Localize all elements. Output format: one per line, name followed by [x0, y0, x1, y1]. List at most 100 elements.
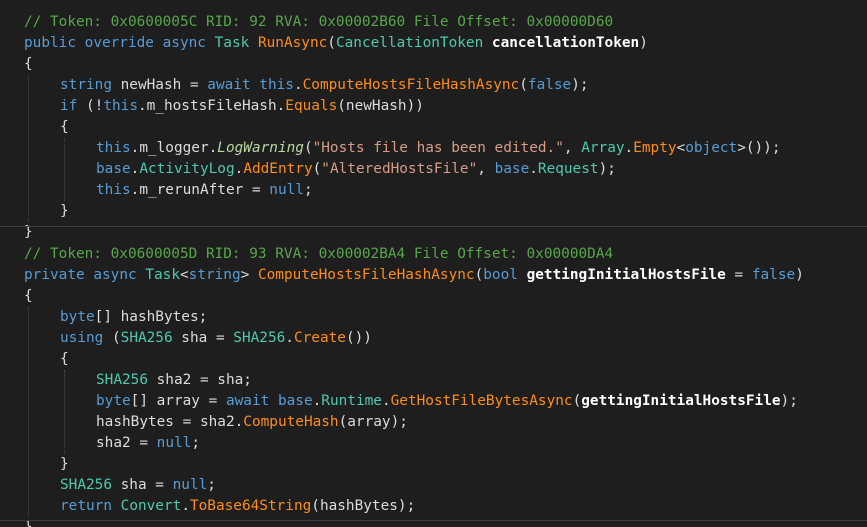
keyword-token: string: [188, 267, 241, 283]
type-token: SHA256: [233, 330, 286, 346]
code-line: using (SHA256 sha = SHA256.Create()): [60, 328, 372, 349]
method-token: RunAsync: [257, 35, 328, 51]
indent-guide: [28, 307, 29, 517]
code-line: {: [24, 54, 33, 75]
code-line: byte[] array = await base.Runtime.GetHos…: [96, 391, 798, 412]
code-token: =: [725, 267, 752, 283]
code-token: [] hashBytes;: [94, 309, 208, 325]
method-token: ComputeHash: [243, 414, 339, 430]
code-token: .: [312, 393, 322, 409]
method-separator: [0, 226, 867, 227]
code-line: // Token: 0x0600005C RID: 92 RVA: 0x0000…: [24, 12, 613, 33]
keyword-token: using: [60, 330, 104, 346]
keyword-token: null: [269, 182, 304, 198]
keyword-token: this: [96, 140, 131, 156]
type-token: ActivityLog: [139, 161, 235, 177]
code-line: return Convert.ToBase64String(hashBytes)…: [60, 496, 415, 517]
keyword-token: string: [60, 77, 112, 93]
code-token: .: [285, 330, 294, 346]
code-line: SHA256 sha2 = sha;: [96, 370, 252, 391]
code-token: }: [60, 203, 69, 219]
string-token: "AlteredHostsFile": [321, 161, 478, 177]
code-line: base.ActivityLog.AddEntry("AlteredHostsF…: [96, 159, 616, 180]
code-line: {: [24, 286, 33, 307]
keyword-token: object: [685, 140, 738, 156]
indent-guide: [64, 138, 65, 201]
code-token: <: [179, 267, 189, 283]
comment-token: // Token: 0x0600005C RID: 92 RVA: 0x0000…: [24, 14, 614, 30]
code-line: }: [60, 454, 69, 475]
method-token: Empty: [633, 140, 677, 156]
keyword-token: await: [225, 393, 270, 409]
keyword-token: base: [277, 393, 313, 409]
code-token: (: [312, 161, 322, 177]
code-token: hashBytes = sha2.: [96, 414, 244, 430]
keyword-token: null: [172, 477, 208, 493]
method-token: ComputeHostsFileHashAsync: [302, 77, 520, 93]
keyword-token: false: [527, 77, 572, 93]
code-token: (: [303, 140, 313, 156]
type-token: Convert: [120, 498, 182, 514]
code-token: ): [795, 267, 804, 283]
type-token: Request: [537, 161, 599, 177]
code-token: .: [529, 161, 538, 177]
keyword-token: async: [162, 35, 206, 51]
string-token: "Hosts file has been edited.": [312, 140, 564, 156]
parameter-token: cancellationToken: [491, 35, 640, 51]
keyword-token: byte: [96, 393, 131, 409]
method-token: AddEntry: [243, 161, 313, 177]
code-token: ;: [207, 477, 216, 493]
code-line: this.m_rerunAfter = null;: [96, 180, 313, 201]
type-token: Task: [145, 267, 180, 283]
code-token: .m_logger.: [130, 140, 218, 156]
code-line: byte[] hashBytes;: [60, 307, 207, 328]
code-line: public override async Task RunAsync(Canc…: [24, 33, 648, 54]
code-token: sha =: [172, 330, 234, 346]
type-token: SHA256: [120, 330, 173, 346]
keyword-token: async: [93, 267, 137, 283]
keyword-token: false: [751, 267, 796, 283]
keyword-token: private: [24, 267, 85, 283]
code-line: this.m_logger.LogWarning("Hosts file has…: [96, 138, 781, 159]
indent-guide: [64, 370, 65, 454]
code-token: );: [598, 161, 616, 177]
type-token: Array: [581, 140, 625, 156]
code-token: (: [572, 393, 582, 409]
code-token: (: [519, 77, 528, 93]
keyword-token: await: [207, 77, 251, 93]
code-token: (: [103, 330, 121, 346]
code-token: >());: [737, 140, 781, 156]
code-editor[interactable]: // Token: 0x0600005C RID: 92 RVA: 0x0000…: [0, 0, 867, 527]
keyword-token: if: [60, 98, 78, 114]
code-token: sha2 =: [96, 435, 157, 451]
code-token: sha =: [111, 477, 173, 493]
code-line: if (!this.m_hostsFileHash.Equals(newHash…: [60, 96, 424, 117]
method-token: ToBase64String: [189, 498, 312, 514]
code-token: ,: [477, 161, 495, 177]
keyword-token: this: [103, 98, 138, 114]
type-token: Task: [214, 35, 250, 51]
method-separator-bottom: [0, 520, 867, 521]
method-token: Equals: [285, 98, 338, 114]
indent-guide: [28, 75, 29, 222]
code-line: private async Task<string> ComputeHostsF…: [24, 265, 804, 286]
code-token: .: [381, 393, 391, 409]
code-token: [] array =: [130, 393, 226, 409]
code-token: {: [60, 119, 69, 135]
comment-token: // Token: 0x0600005D RID: 93 RVA: 0x0000…: [24, 246, 614, 262]
method-token: Create: [293, 330, 346, 346]
code-line: sha2 = null;: [96, 433, 200, 454]
code-line: {: [60, 349, 69, 370]
keyword-token: base: [494, 161, 530, 177]
code-token: {: [24, 56, 33, 72]
keyword-token: this: [96, 182, 131, 198]
keyword-token: override: [84, 35, 154, 51]
code-token: }: [60, 456, 69, 472]
code-token: .: [234, 161, 244, 177]
